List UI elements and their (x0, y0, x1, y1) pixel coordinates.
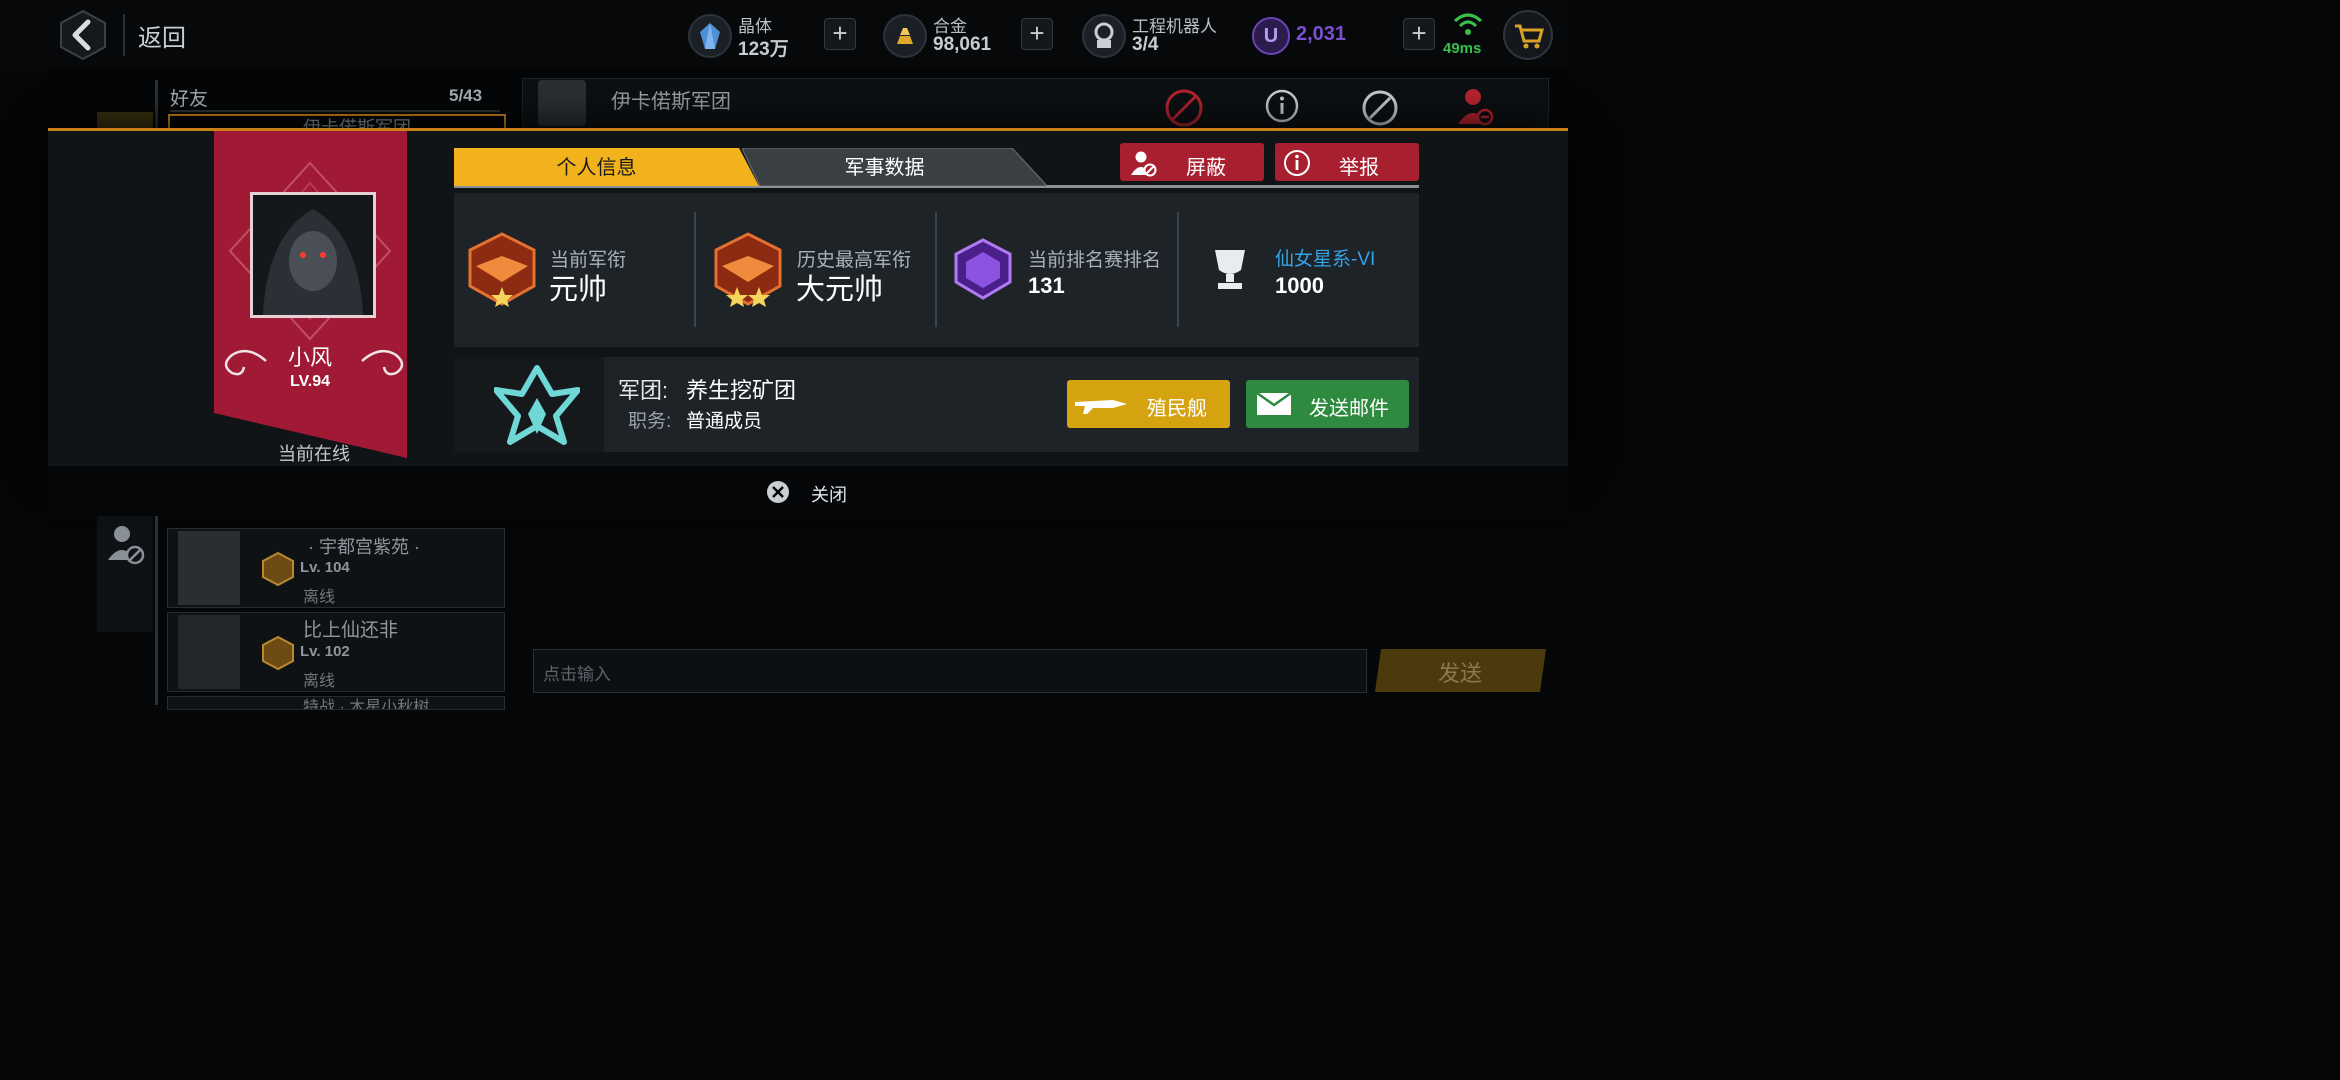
tab-military-data[interactable]: 军事数据 (742, 148, 1047, 186)
block-label: 屏蔽 (1186, 157, 1226, 179)
ship-chat-icon[interactable] (1360, 88, 1400, 133)
info-icon (1284, 150, 1310, 176)
send-mail-label: 发送邮件 (1309, 398, 1389, 420)
block-button[interactable]: 屏蔽 (1120, 143, 1264, 181)
league-name: 仙女星系-VI (1275, 249, 1376, 270)
report-button[interactable]: 举报 (1275, 143, 1419, 181)
tab-label: 军事数据 (844, 157, 925, 179)
legion-label: 军团: (618, 378, 669, 403)
tab-label: 个人信息 (556, 157, 637, 179)
add-crystal-button[interactable]: + (824, 18, 856, 50)
back-label[interactable]: 返回 (138, 18, 186, 53)
resource-robot: 工程机器人 3/4 (1082, 8, 1232, 64)
chat-input[interactable]: 点击输入 (533, 649, 1367, 693)
add-premium-button[interactable]: + (1403, 18, 1435, 50)
stat-value: 元帅 (549, 274, 608, 306)
blocked-list-icon[interactable] (106, 522, 146, 571)
chat-avatar (538, 80, 586, 126)
friends-title: 好友 (170, 89, 209, 110)
resource-value: 98,061 (933, 34, 992, 55)
resource-value: 123万 (738, 39, 789, 60)
ping-value: 49ms (1443, 40, 1482, 57)
chat-input-placeholder: 点击输入 (543, 665, 611, 684)
colony-ship-label: 殖民舰 (1147, 398, 1207, 420)
resource-crystal: 晶体 123万 (688, 8, 818, 64)
role-label: 职务: (628, 411, 672, 432)
cart-icon (1515, 24, 1544, 49)
close-icon (767, 481, 789, 503)
stat-label: 当前排名赛排名 (1028, 250, 1162, 271)
friend-avatar (178, 531, 240, 605)
robot-icon (1082, 14, 1126, 58)
premium-currency-icon: U (1252, 17, 1290, 55)
add-alloy-button[interactable]: + (1021, 18, 1053, 50)
send-label: 发送 (1438, 661, 1483, 686)
divider (123, 14, 125, 56)
report-label: 举报 (1339, 157, 1379, 179)
colony-ship-button[interactable]: 殖民舰 (1067, 380, 1230, 428)
tab-personal-info[interactable]: 个人信息 (454, 148, 759, 186)
ship-icon (1075, 400, 1127, 414)
block-chat-icon[interactable] (1164, 88, 1204, 133)
friend-row[interactable]: · 宇都宫紫苑 · Lv. 104 离线 (167, 528, 505, 608)
rank-badge-icon (260, 551, 296, 592)
friends-count: 5/43 (449, 86, 483, 105)
legion-emblem-icon (493, 364, 581, 453)
resource-value: 3/4 (1132, 34, 1159, 55)
close-strip (48, 466, 1568, 516)
friends-header-line (170, 110, 500, 112)
stat-value: 131 (1028, 273, 1065, 298)
rank-badge-icon (462, 232, 542, 313)
info-chat-icon[interactable] (1264, 88, 1300, 129)
friend-level: Lv. 104 (300, 559, 350, 576)
block-user-icon (1131, 151, 1157, 177)
friend-status: 离线 (303, 589, 336, 606)
wifi-icon (1453, 12, 1483, 41)
stats-divider (935, 212, 937, 327)
friend-row[interactable]: 比上仙还非 Lv. 102 离线 (167, 612, 505, 692)
stat-value: 大元帅 (796, 274, 884, 306)
friend-name: 特战 · 木星小秋树 (303, 699, 430, 710)
player-name: 小风 (287, 345, 332, 370)
top-bar: 返回 晶体 123万 + 合金 98,061 + 工程机器人 3/4 U 2,0… (0, 0, 1568, 70)
mail-icon (1256, 392, 1292, 415)
friend-row-partial[interactable]: 特战 · 木星小秋树 (167, 696, 505, 710)
friend-status: 离线 (303, 673, 336, 690)
player-status: 当前在线 (278, 444, 350, 464)
delete-friend-icon[interactable] (1455, 86, 1495, 133)
legion-name[interactable]: 养生挖矿团 (686, 373, 796, 405)
rank-badge-icon (260, 635, 296, 676)
resource-alloy: 合金 98,061 (883, 8, 1013, 64)
send-mail-button[interactable]: 发送邮件 (1246, 380, 1409, 428)
premium-value: 2,031 (1296, 23, 1347, 45)
close-button[interactable] (766, 480, 790, 509)
trophy-icon (1207, 246, 1253, 297)
friend-level: Lv. 102 (300, 643, 350, 660)
shop-button[interactable] (1503, 10, 1553, 60)
ranked-badge-icon (950, 238, 1016, 307)
league-score: 1000 (1275, 273, 1324, 298)
stats-divider (1177, 212, 1179, 327)
chevron-left-icon (60, 9, 106, 61)
rank-badge-icon (708, 232, 788, 313)
close-label[interactable]: 关闭 (811, 481, 847, 507)
chat-header-name: 伊卡偌斯军团 (611, 91, 731, 113)
friend-name: 比上仙还非 (303, 620, 399, 641)
friend-avatar (178, 615, 240, 689)
player-avatar (250, 192, 376, 318)
player-level: LV.94 (289, 373, 331, 390)
stats-divider (694, 212, 696, 327)
alloy-icon (883, 14, 927, 58)
role-value: 普通成员 (686, 411, 763, 432)
crystal-icon (688, 14, 732, 58)
friend-name: · 宇都宫紫苑 · (308, 537, 420, 557)
back-button[interactable] (60, 9, 106, 61)
